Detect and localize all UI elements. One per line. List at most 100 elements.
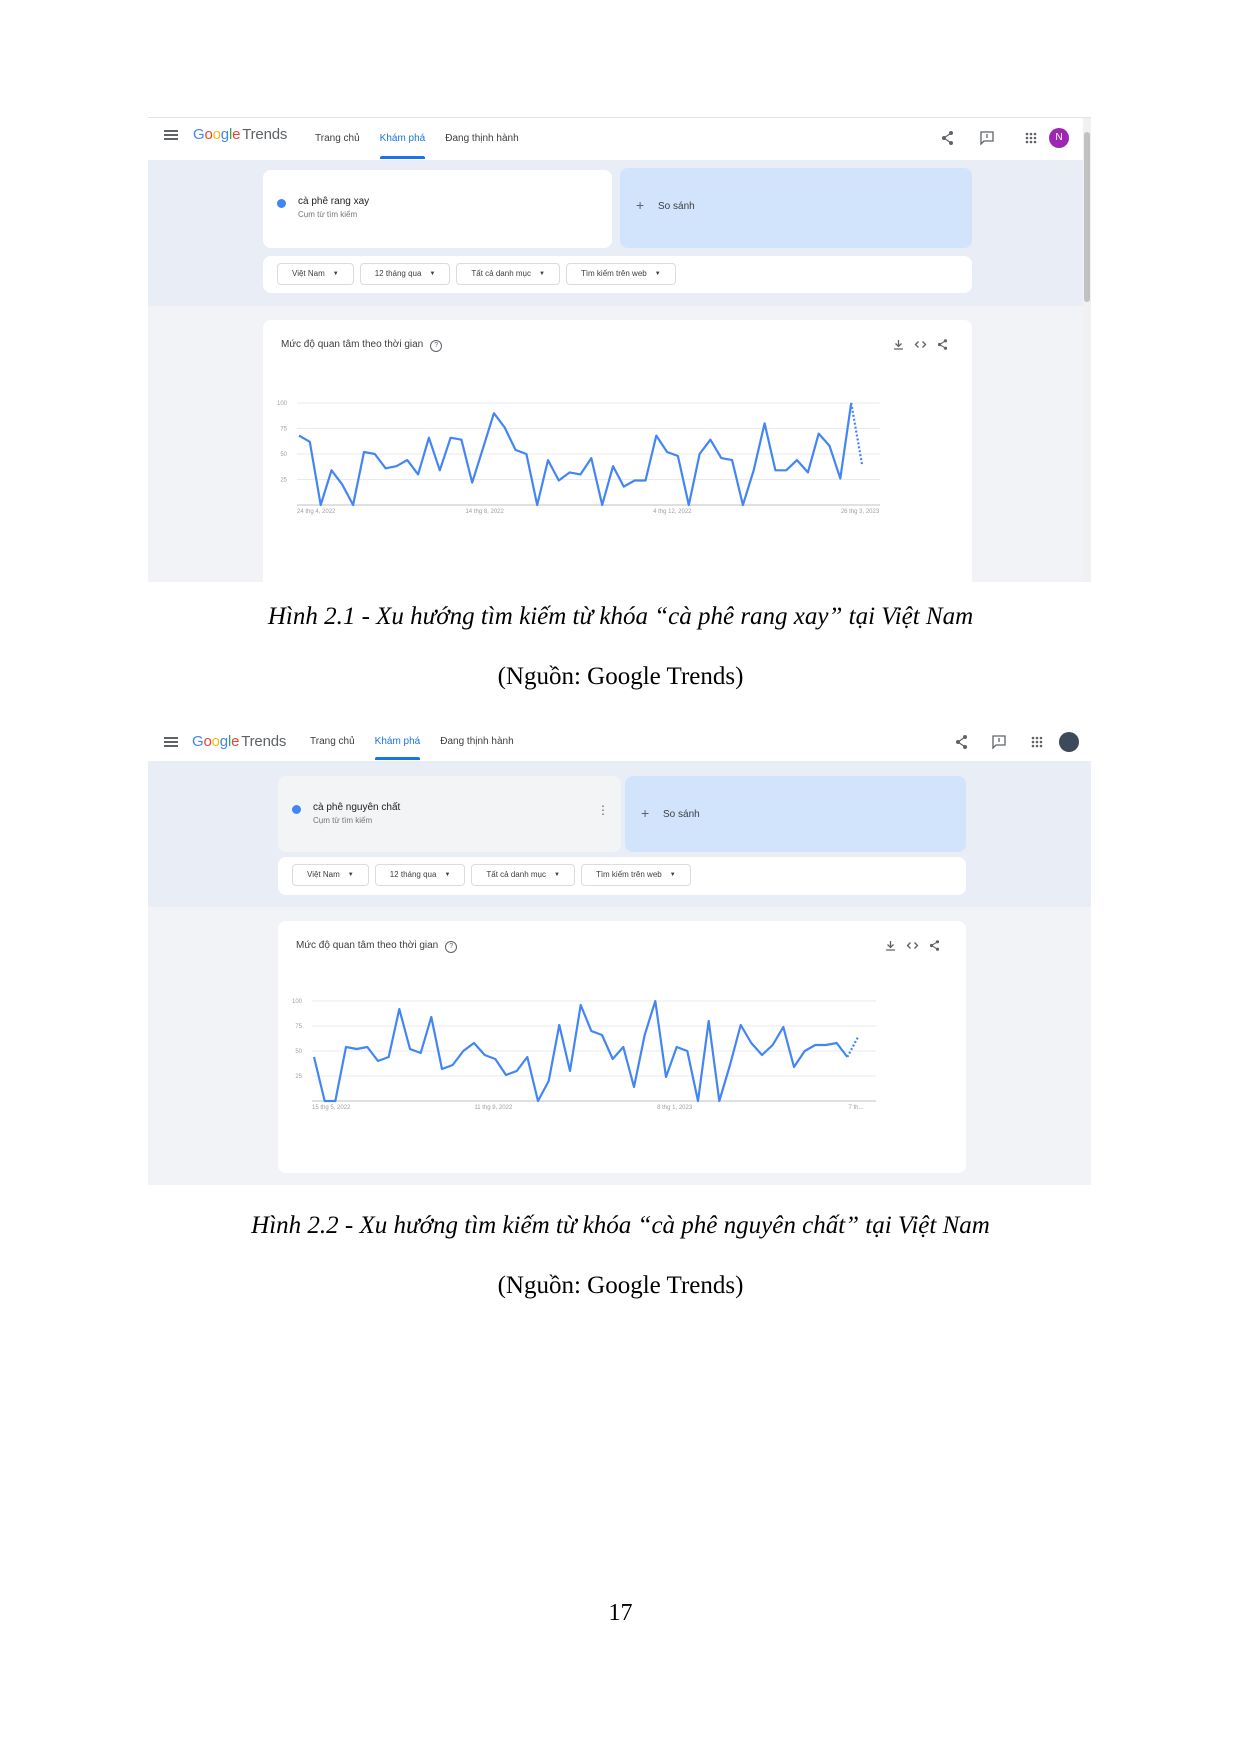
app-header: Google Trends Trang chủ Khám phá Đang thị… [148, 723, 1091, 761]
y-tick-label: 25 [280, 478, 287, 484]
y-tick-label: 75 [295, 1024, 302, 1030]
y-tick-label: 100 [292, 999, 303, 1005]
results-area: Mức độ quan tâm theo thời gian? 100 75 50 2… [148, 907, 1091, 1185]
tab-trending[interactable]: Đang thịnh hành [440, 723, 513, 761]
filter-bar: Việt Nam ▼ 12 tháng qua ▼ Tất cả danh mục ▼… [263, 256, 972, 293]
filter-label: Tìm kiếm trên web [595, 870, 662, 879]
dropdown-arrow-icon: ▼ [538, 271, 545, 277]
filter-label: 12 tháng qua [389, 870, 437, 879]
menu-icon[interactable] [164, 737, 178, 747]
y-tick-label: 100 [277, 401, 288, 407]
share-icon[interactable] [953, 733, 971, 751]
x-tick-label: 8 thg 1, 2023 [657, 1105, 693, 1111]
dropdown-arrow-icon: ▼ [332, 271, 339, 277]
filter-label: Việt Nam [292, 269, 325, 278]
results-area: Mức độ quan tâm theo thời gian? 100 75 50 2… [148, 306, 1091, 582]
search-term-label: cà phê nguyên chất [313, 802, 401, 813]
logo-letter: o [204, 126, 213, 143]
filter-search-type[interactable]: Tìm kiếm trên web ▼ [580, 864, 691, 886]
google-trends-logo[interactable]: Google Trends [193, 126, 287, 143]
series-color-dot [292, 805, 301, 814]
filter-time-range[interactable]: 12 tháng qua ▼ [359, 263, 451, 285]
y-tick-label: 25 [295, 1074, 302, 1080]
tab-trending[interactable]: Đang thịnh hành [445, 118, 518, 160]
page-number: 17 [608, 1600, 633, 1626]
x-tick-label: 15 thg 5, 2022 [312, 1105, 351, 1111]
filter-bar: Việt Nam ▼ 12 tháng qua ▼ Tất cả danh mục ▼… [278, 857, 966, 895]
x-tick-label: 11 thg 9, 2022 [474, 1105, 513, 1111]
dropdown-arrow-icon: ▼ [669, 872, 676, 878]
filter-label: Tất cả danh mục [471, 269, 531, 278]
figure-source: (Nguồn: Google Trends) [497, 1272, 744, 1299]
share-icon[interactable] [939, 129, 957, 147]
google-trends-logo[interactable]: Google Trends [192, 733, 286, 750]
logo-letter: G [193, 126, 205, 143]
tab-home[interactable]: Trang chủ [315, 118, 360, 160]
dropdown-arrow-icon: ▼ [347, 872, 354, 878]
logo-letter: o [212, 126, 221, 143]
logo-letter: o [203, 733, 212, 750]
search-term-type: Cụm từ tìm kiếm [298, 210, 358, 219]
filter-category[interactable]: Tất cả danh mục ▼ [471, 864, 575, 886]
logo-letter: e [231, 733, 240, 750]
apps-grid-icon[interactable] [1028, 733, 1046, 751]
x-tick-label: 4 thg 12, 2022 [653, 509, 692, 515]
y-tick-label: 50 [280, 452, 287, 458]
figure-source: (Nguồn: Google Trends) [497, 663, 744, 690]
search-term-card[interactable]: cà phê nguyên chất Cụm từ tìm kiếm ⋮ [278, 776, 621, 852]
compare-button[interactable]: + So sánh [625, 776, 966, 852]
logo-letter: o [211, 733, 220, 750]
feedback-icon[interactable] [990, 733, 1008, 751]
figure-caption: Hình 2.2 - Xu hướng tìm kiếm từ khóa “cà… [251, 1212, 990, 1239]
scrollbar[interactable] [1083, 118, 1091, 582]
interest-over-time-card: Mức độ quan tâm theo thời gian? 100 75 50 2… [263, 320, 972, 582]
logo-letter: g [220, 126, 229, 143]
menu-icon[interactable] [164, 130, 178, 140]
x-tick-label: 14 thg 8, 2022 [465, 509, 504, 515]
partial-data-line [850, 402, 864, 465]
trends-screenshot-nguyen-chat: Google Trends Trang chủ Khám phá Đang thị… [148, 723, 1091, 1185]
filter-label: Tất cả danh mục [486, 870, 546, 879]
compare-label: So sánh [658, 201, 695, 212]
feedback-icon[interactable] [978, 129, 996, 147]
trends-screenshot-rang-xay: Google Trends Trang chủ Khám phá Đang thị… [148, 117, 1091, 582]
logo-letter: G [192, 733, 204, 750]
interest-over-time-card: Mức độ quan tâm theo thời gian? 100 75 50 2… [278, 921, 966, 1173]
dropdown-arrow-icon: ▼ [444, 872, 451, 878]
scrollbar-thumb[interactable] [1084, 132, 1090, 302]
dropdown-arrow-icon: ▼ [429, 271, 436, 277]
filter-category[interactable]: Tất cả danh mục ▼ [456, 263, 560, 285]
x-tick-label: 24 thg 4, 2022 [297, 509, 336, 515]
filter-search-type[interactable]: Tìm kiếm trên web ▼ [565, 263, 676, 285]
filter-time-range[interactable]: 12 tháng qua ▼ [374, 864, 466, 886]
search-panel: cà phê rang xay Cụm từ tìm kiếm + So sán… [148, 160, 1091, 306]
dropdown-arrow-icon: ▼ [654, 271, 661, 277]
avatar[interactable]: N [1049, 128, 1069, 148]
plus-icon: + [636, 197, 645, 213]
filter-label: 12 tháng qua [374, 269, 422, 278]
search-term-type: Cụm từ tìm kiếm [313, 816, 373, 825]
partial-data-line [846, 1036, 859, 1058]
tab-explore[interactable]: Khám phá [374, 723, 420, 761]
filter-label: Việt Nam [307, 870, 340, 879]
tab-explore[interactable]: Khám phá [379, 118, 425, 160]
x-tick-label: 7 th... [848, 1105, 863, 1111]
series-color-dot [277, 199, 286, 208]
avatar[interactable] [1059, 732, 1079, 752]
search-term-card[interactable]: cà phê rang xay Cụm từ tìm kiếm [263, 170, 612, 248]
filter-region[interactable]: Việt Nam ▼ [277, 263, 354, 285]
x-tick-label: 26 thg 3, 2023 [841, 509, 880, 515]
apps-grid-icon[interactable] [1022, 129, 1040, 147]
search-term-label: cà phê rang xay [298, 196, 370, 207]
compare-label: So sánh [663, 809, 700, 820]
tab-home[interactable]: Trang chủ [310, 723, 355, 761]
search-panel: cà phê nguyên chất Cụm từ tìm kiếm ⋮ + S… [148, 761, 1091, 907]
filter-region[interactable]: Việt Nam ▼ [292, 864, 369, 886]
logo-trends-word: Trends [242, 126, 288, 143]
compare-button[interactable]: + So sánh [620, 168, 972, 248]
more-options-icon[interactable]: ⋮ [597, 804, 609, 816]
y-tick-label: 50 [295, 1049, 302, 1055]
dropdown-arrow-icon: ▼ [553, 872, 560, 878]
app-header: Google Trends Trang chủ Khám phá Đang thị… [148, 118, 1091, 160]
logo-letter: e [232, 126, 241, 143]
